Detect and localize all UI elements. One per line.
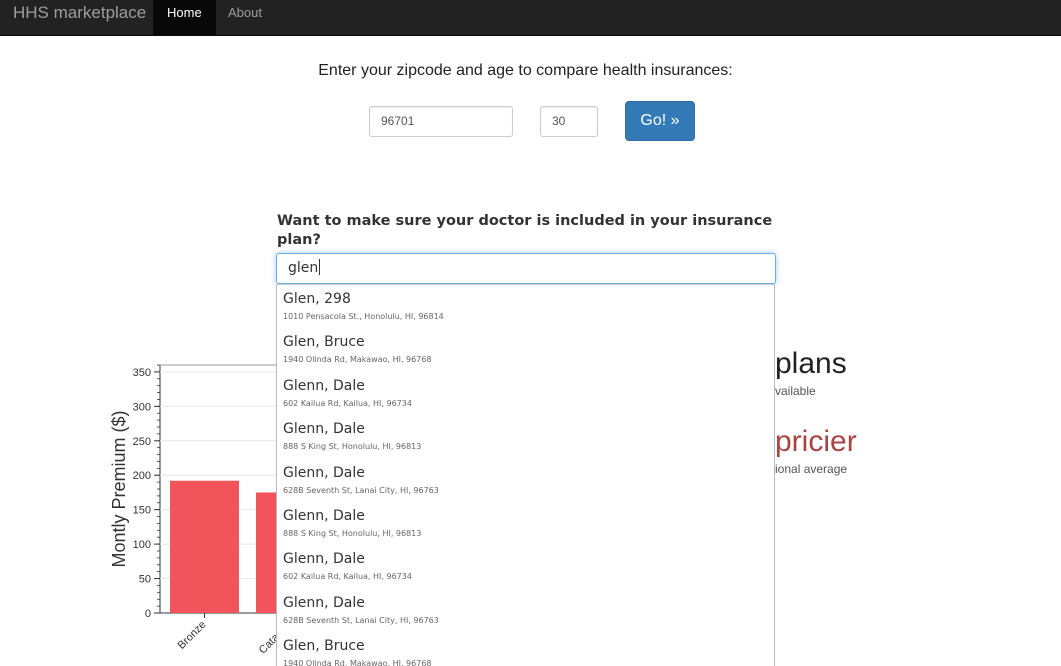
- pricier-heading: pricier: [775, 425, 857, 458]
- autocomplete-item-address: 1940 Olinda Rd, Makawao, HI, 96768: [283, 659, 432, 666]
- text-caret: [319, 259, 321, 275]
- autocomplete-item-address: 628B Seventh St, Lanai City, HI, 96763: [283, 615, 439, 625]
- autocomplete-item-name: Glenn, Dale: [283, 507, 365, 524]
- autocomplete-item-address: 888 S King St, Honolulu, HI, 96813: [283, 442, 422, 452]
- y-tick-label: 50: [139, 574, 151, 586]
- zipcode-input[interactable]: 96701: [369, 106, 513, 137]
- age-input[interactable]: 30: [540, 106, 598, 137]
- premium-chart-svg: 0 50 100 150 200 250 300 350 Montly Premium ($) B…: [109, 364, 325, 657]
- national-average-label: ional average: [775, 462, 848, 476]
- autocomplete-item[interactable]: Glen, Bruce 1940 Olinda Rd, Makawao, HI, …: [277, 632, 774, 666]
- brand-link[interactable]: HHS marketplace: [13, 0, 146, 35]
- autocomplete-item[interactable]: Glenn, Dale 602 Kailua Rd, Kailua, HI, 96…: [277, 372, 774, 415]
- autocomplete-item-name: Glenn, Dale: [283, 421, 365, 438]
- autocomplete-item-name: Glen, 298: [283, 291, 351, 307]
- autocomplete-item-name: Glen, Bruce: [283, 638, 365, 655]
- autocomplete-item[interactable]: Glenn, Dale 628B Seventh St, Lanai City, …: [277, 589, 774, 632]
- autocomplete-item-address: 888 S King St, Honolulu, HI, 96813: [283, 528, 422, 538]
- doctor-search-input[interactable]: glen: [276, 253, 776, 284]
- nav-about-link[interactable]: About: [214, 0, 276, 35]
- plans-available-label: vailable: [775, 384, 816, 398]
- autocomplete-item-name: Glenn, Dale: [283, 464, 365, 481]
- autocomplete-item-address: 602 Kailua Rd, Kailua, HI, 96734: [283, 398, 412, 408]
- autocomplete-item[interactable]: Glenn, Dale 888 S King St, Honolulu, HI, …: [277, 502, 774, 545]
- form-prompt: Enter your zipcode and age to compare he…: [318, 62, 733, 79]
- doctor-autocomplete-dropdown: Glen, 298 1010 Pensacola St., Honolulu, H…: [276, 284, 775, 666]
- autocomplete-item-name: Glenn, Dale: [283, 377, 365, 394]
- y-tick-label: 150: [133, 505, 151, 517]
- y-axis-label: Montly Premium ($): [109, 410, 129, 567]
- y-tick-label: 350: [133, 367, 151, 379]
- autocomplete-item[interactable]: Glen, Bruce 1940 Olinda Rd, Makawao, HI, …: [277, 328, 774, 371]
- y-tick-label: 300: [133, 401, 151, 413]
- autocomplete-item[interactable]: Glenn, Dale 602 Kailua Rd, Kailua, HI, 96…: [277, 545, 774, 588]
- bar: [170, 480, 239, 613]
- y-tick-label: 100: [133, 539, 151, 551]
- y-tick-label: 200: [133, 470, 151, 482]
- autocomplete-item-address: 1940 Olinda Rd, Makawao, HI, 96768: [283, 355, 432, 365]
- y-tick-label: 250: [133, 436, 151, 448]
- autocomplete-item-address: 602 Kailua Rd, Kailua, HI, 96734: [283, 572, 412, 582]
- y-tick-label: 0: [145, 608, 151, 620]
- x-tick-label: Bronze: [175, 619, 208, 652]
- plans-count-heading: plans: [775, 347, 847, 380]
- autocomplete-item[interactable]: Glenn, Dale 888 S King St, Honolulu, HI, …: [277, 415, 774, 458]
- autocomplete-item[interactable]: Glenn, Dale 628B Seventh St, Lanai City, …: [277, 459, 774, 502]
- autocomplete-item-name: Glen, Bruce: [283, 334, 365, 351]
- premium-chart: 0 50 100 150 200 250 300 350 Montly Premium ($) B…: [100, 355, 325, 666]
- doctor-search-value: glen: [288, 260, 319, 276]
- navbar: HHS marketplace Home About: [0, 0, 1061, 36]
- autocomplete-item-name: Glenn, Dale: [283, 551, 365, 568]
- autocomplete-item-address: 628B Seventh St, Lanai City, HI, 96763: [283, 485, 439, 495]
- doctor-question: Want to make sure your doctor is include…: [277, 213, 773, 248]
- go-button[interactable]: Go! »: [625, 101, 695, 141]
- nav-home-link[interactable]: Home: [153, 0, 216, 35]
- autocomplete-item-name: Glenn, Dale: [283, 594, 365, 611]
- autocomplete-item-address: 1010 Pensacola St., Honolulu, HI, 96814: [283, 312, 444, 321]
- autocomplete-item[interactable]: Glen, 298 1010 Pensacola St., Honolulu, H…: [277, 285, 774, 328]
